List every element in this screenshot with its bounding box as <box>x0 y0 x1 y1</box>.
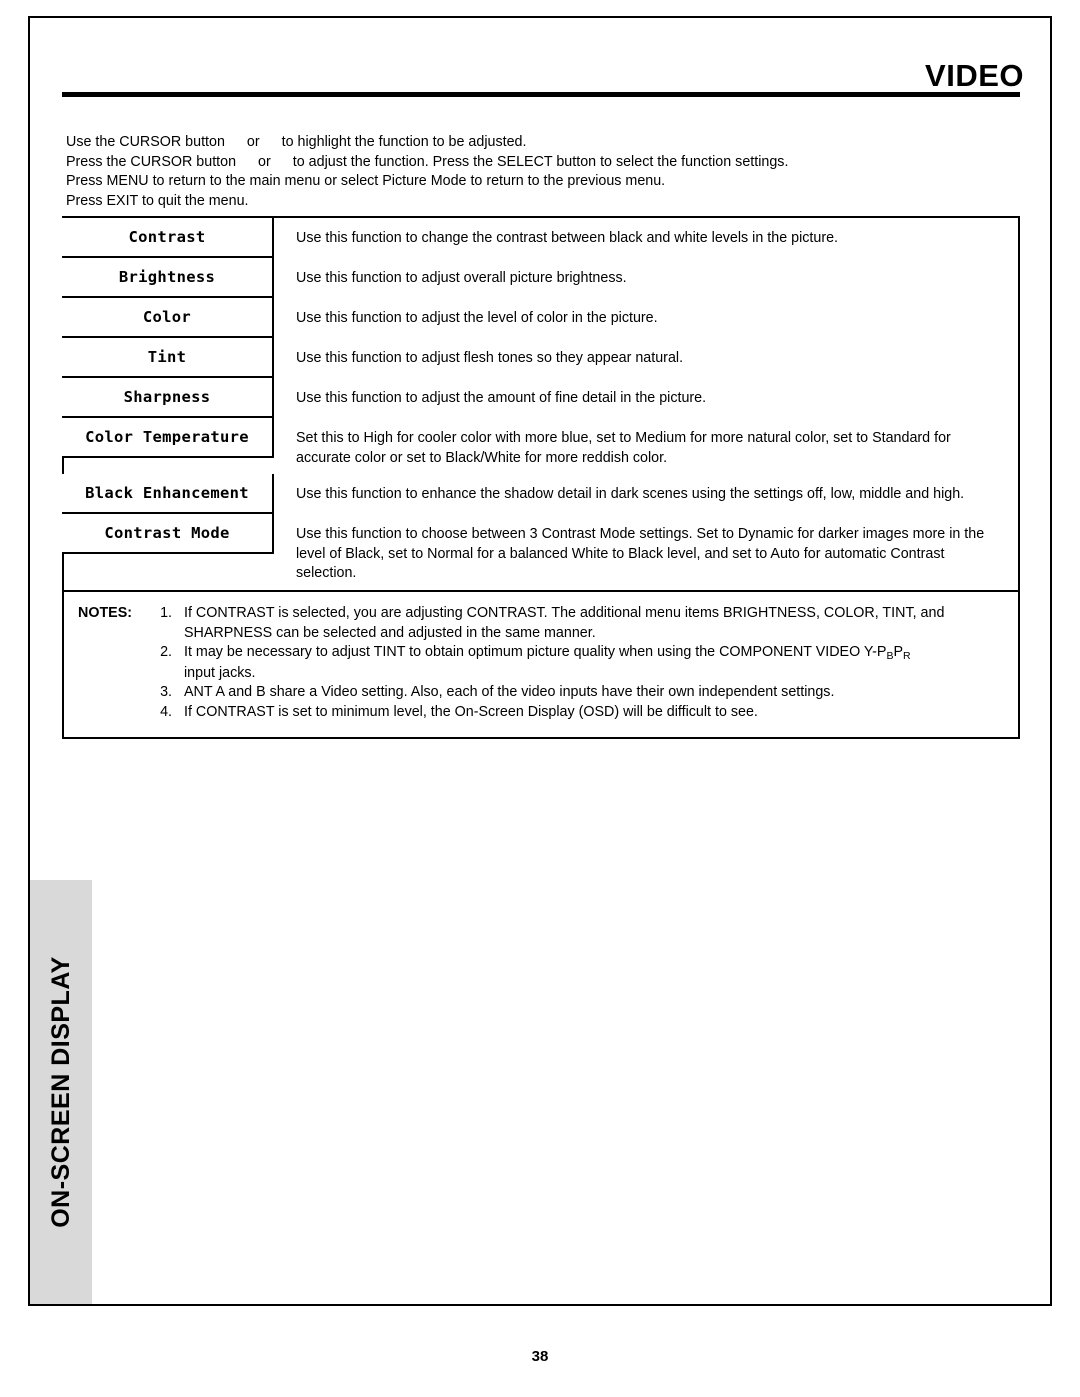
intro-line-2-c: to adjust the function. Press the SELECT… <box>292 153 789 170</box>
page-number: 38 <box>531 1348 549 1365</box>
intro-line-2-b: or <box>258 153 271 170</box>
note-item: NOTES: 1. If CONTRAST is selected, you a… <box>78 604 1002 643</box>
note-text: It may be necessary to adjust TINT to ob… <box>184 643 1002 683</box>
intro-paragraph: Use the CURSOR button or to highlight the … <box>66 133 1016 211</box>
setting-description-tint: Use this function to adjust flesh tones … <box>296 350 684 366</box>
note-item: 3. ANT A and B share a Video setting. Al… <box>78 683 1002 703</box>
intro-line-1: Use the CURSOR button or to highlight the … <box>66 133 1016 153</box>
setting-label-color-temperature: Color Temperature <box>62 418 274 458</box>
header-divider <box>62 92 1020 97</box>
setting-label-black-enhancement: Black Enhancement <box>62 474 274 515</box>
note-text: If CONTRAST is set to minimum level, the… <box>184 703 758 720</box>
side-tab-label: ON-SCREEN DISPLAY <box>47 956 75 1228</box>
setting-label-tint: Tint <box>62 338 274 378</box>
notes-block: NOTES: 1. If CONTRAST is selected, you a… <box>64 589 1018 737</box>
intro-line-2-a: Press the CURSOR button <box>66 153 237 170</box>
note-number: 1. <box>160 604 172 621</box>
intro-line-1-a: Use the CURSOR button <box>66 134 225 150</box>
setting-label-contrast-mode: Contrast Mode <box>62 514 274 555</box>
intro-line-2: Press the CURSOR button or to adjust the f… <box>66 153 1016 173</box>
setting-description-black-enhancement: Use this function to enhance the shadow … <box>296 486 965 503</box>
setting-label-color: Color <box>62 298 274 338</box>
setting-label-brightness: Brightness <box>62 258 274 298</box>
setting-description-color-temperature: Set this to High for cooler color with m… <box>296 430 951 466</box>
video-settings-table: Contrast Use this function to change the… <box>62 216 1020 739</box>
notes-title: NOTES: <box>78 604 133 621</box>
page-title: VIDEO <box>925 58 1024 93</box>
setting-description-sharpness: Use this function to adjust the amount o… <box>296 390 707 406</box>
table-row: Black Enhancement Use this function to e… <box>62 474 1018 515</box>
setting-label-contrast: Contrast <box>62 218 274 258</box>
table-row: Color Temperature Set this to High for c… <box>62 418 1018 474</box>
note-text: ANT A and B share a Video setting. Also,… <box>184 684 835 701</box>
note-2-text-mid: P <box>893 644 904 661</box>
intro-line-1-c: to highlight the function to be adjusted… <box>281 134 527 150</box>
note-text: If CONTRAST is selected, you are adjusti… <box>184 604 945 641</box>
setting-label-sharpness: Sharpness <box>62 378 274 418</box>
intro-line-4: Press EXIT to quit the menu. <box>66 192 249 209</box>
note-number: 3. <box>160 684 172 701</box>
table-row: Color Use this function to adjust the le… <box>62 298 1018 338</box>
table-row: Contrast Use this function to change the… <box>62 218 1018 258</box>
table-row: Contrast Mode Use this function to choos… <box>62 514 1018 590</box>
intro-line-1-b: or <box>246 134 260 150</box>
note-number: 4. <box>160 703 172 720</box>
setting-description-color: Use this function to adjust the level of… <box>296 310 658 326</box>
table-row: Tint Use this function to adjust flesh t… <box>62 338 1018 378</box>
table-row: Sharpness Use this function to adjust th… <box>62 378 1018 418</box>
note-2-sub-b: B <box>886 650 894 663</box>
note-number: 2. <box>160 644 172 661</box>
side-tab-on-screen-display: ON-SCREEN DISPLAY <box>30 880 92 1304</box>
note-2-text-after: input jacks. <box>184 664 256 681</box>
table-row: Brightness Use this function to adjust o… <box>62 258 1018 298</box>
note-item: 4. If CONTRAST is set to minimum level, … <box>78 703 1002 723</box>
setting-description-contrast-mode: Use this function to choose between 3 Co… <box>296 526 985 582</box>
setting-description-brightness: Use this function to adjust overall pict… <box>296 270 627 286</box>
setting-description-contrast: Use this function to change the contrast… <box>296 230 839 246</box>
note-2-sub-r: R <box>903 650 911 663</box>
note-item: 2. It may be necessary to adjust TINT to… <box>78 643 1002 683</box>
note-2-text-before: It may be necessary to adjust TINT to ob… <box>184 644 887 661</box>
intro-line-3: Press MENU to return to the main menu or… <box>66 173 666 190</box>
